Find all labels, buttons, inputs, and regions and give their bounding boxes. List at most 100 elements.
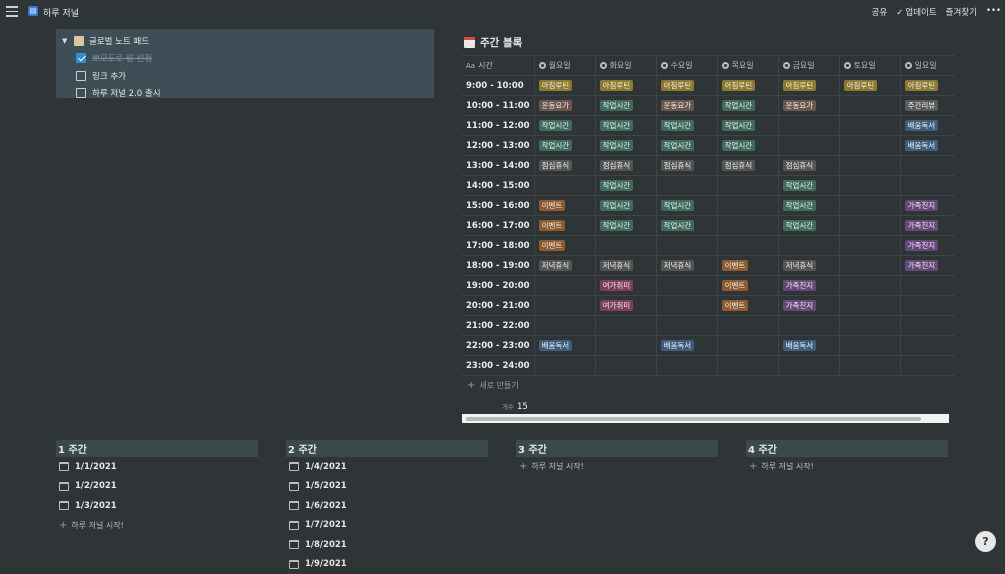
new-journal-button[interactable]: +하루 저널 시작!: [516, 457, 718, 477]
time-cell[interactable]: 19:00 - 20:00: [462, 276, 534, 296]
time-cell[interactable]: 9:00 - 10:00: [462, 76, 534, 96]
day-cell[interactable]: 저녁휴식: [595, 256, 656, 276]
day-cell[interactable]: 점심휴식: [656, 156, 717, 176]
day-cell[interactable]: 아침루틴: [778, 76, 839, 96]
day-cell[interactable]: [839, 256, 900, 276]
day-cell[interactable]: 운동요가: [656, 96, 717, 116]
day-cell[interactable]: [778, 356, 839, 376]
day-cell[interactable]: [778, 316, 839, 336]
day-cell[interactable]: 작업시간: [778, 176, 839, 196]
day-cell[interactable]: 운동요가: [534, 96, 595, 116]
day-cell[interactable]: [778, 116, 839, 136]
time-cell[interactable]: 17:00 - 18:00: [462, 236, 534, 256]
todo-label[interactable]: 뽀모도로 팝 선점: [92, 52, 152, 64]
day-column-header[interactable]: 수요일: [656, 56, 717, 76]
day-cell[interactable]: [717, 216, 778, 236]
day-cell[interactable]: 작업시간: [717, 116, 778, 136]
journal-entry[interactable]: 1/6/2021: [286, 496, 488, 516]
day-cell[interactable]: 점심휴식: [534, 156, 595, 176]
page-title[interactable]: 하루 저널: [43, 6, 79, 19]
day-cell[interactable]: 작업시간: [656, 136, 717, 156]
day-cell[interactable]: [717, 356, 778, 376]
day-cell[interactable]: [900, 156, 955, 176]
new-journal-button[interactable]: +하루 저널 시작!: [56, 516, 258, 536]
day-cell[interactable]: 이벤트: [534, 196, 595, 216]
day-cell[interactable]: [900, 336, 955, 356]
todo-checkbox[interactable]: [76, 88, 86, 98]
time-cell[interactable]: 16:00 - 17:00: [462, 216, 534, 236]
day-cell[interactable]: 작업시간: [656, 196, 717, 216]
day-cell[interactable]: 이벤트: [534, 236, 595, 256]
table-row[interactable]: 22:00 - 23:00배움독서배움독서배움독서: [462, 336, 955, 356]
day-cell[interactable]: 여가취미: [595, 276, 656, 296]
todo-label[interactable]: 링크 추가: [92, 70, 126, 82]
day-cell[interactable]: [534, 316, 595, 336]
day-cell[interactable]: 아침루틴: [534, 76, 595, 96]
day-cell[interactable]: [900, 296, 955, 316]
table-row[interactable]: 16:00 - 17:00이벤트작업시간작업시간작업시간가족친지: [462, 216, 955, 236]
day-cell[interactable]: 가족친지: [900, 236, 955, 256]
time-cell[interactable]: 10:00 - 11:00: [462, 96, 534, 116]
day-cell[interactable]: [839, 336, 900, 356]
journal-entry[interactable]: 1/9/2021: [286, 555, 488, 574]
day-cell[interactable]: [534, 296, 595, 316]
day-cell[interactable]: [900, 316, 955, 336]
time-cell[interactable]: 23:00 - 24:00: [462, 356, 534, 376]
day-cell[interactable]: 아침루틴: [656, 76, 717, 96]
table-row[interactable]: 23:00 - 24:00: [462, 356, 955, 376]
day-cell[interactable]: [839, 136, 900, 156]
day-cell[interactable]: 아침루틴: [717, 76, 778, 96]
day-cell[interactable]: 작업시간: [717, 96, 778, 116]
week-header[interactable]: 2 주간: [286, 440, 488, 457]
week-header[interactable]: 1 주간: [56, 440, 258, 457]
day-cell[interactable]: [839, 156, 900, 176]
day-cell[interactable]: 주간리뷰: [900, 96, 955, 116]
day-cell[interactable]: 작업시간: [595, 136, 656, 156]
todo-label[interactable]: 하루 저널 2.0 출시: [92, 87, 161, 99]
day-cell[interactable]: 저녁휴식: [534, 256, 595, 276]
day-cell[interactable]: 배움독서: [656, 336, 717, 356]
table-row[interactable]: 21:00 - 22:00: [462, 316, 955, 336]
day-cell[interactable]: 배움독서: [900, 116, 955, 136]
horizontal-scrollbar[interactable]: [462, 414, 949, 423]
journal-entry[interactable]: 1/7/2021: [286, 516, 488, 536]
scrollbar-thumb[interactable]: [466, 417, 921, 421]
day-cell[interactable]: 점심휴식: [717, 156, 778, 176]
day-column-header[interactable]: 일요일: [900, 56, 955, 76]
day-cell[interactable]: 아침루틴: [595, 76, 656, 96]
day-cell[interactable]: [900, 176, 955, 196]
day-cell[interactable]: 배움독서: [534, 336, 595, 356]
day-cell[interactable]: [839, 296, 900, 316]
day-column-header[interactable]: 월요일: [534, 56, 595, 76]
time-cell[interactable]: 15:00 - 16:00: [462, 196, 534, 216]
table-row[interactable]: 18:00 - 19:00저녁휴식저녁휴식저녁휴식이벤트저녁휴식가족친지: [462, 256, 955, 276]
table-row[interactable]: 12:00 - 13:00작업시간작업시간작업시간작업시간배움독서: [462, 136, 955, 156]
day-cell[interactable]: [839, 276, 900, 296]
time-cell[interactable]: 11:00 - 12:00: [462, 116, 534, 136]
share-button[interactable]: 공유: [872, 6, 888, 18]
day-cell[interactable]: 작업시간: [595, 216, 656, 236]
day-cell[interactable]: [717, 316, 778, 336]
day-cell[interactable]: 작업시간: [534, 116, 595, 136]
day-cell[interactable]: [900, 356, 955, 376]
day-cell[interactable]: 이벤트: [717, 276, 778, 296]
day-cell[interactable]: [595, 356, 656, 376]
day-cell[interactable]: [839, 236, 900, 256]
time-cell[interactable]: 12:00 - 13:00: [462, 136, 534, 156]
day-cell[interactable]: 작업시간: [595, 96, 656, 116]
day-cell[interactable]: 점심휴식: [778, 156, 839, 176]
day-cell[interactable]: [656, 176, 717, 196]
day-cell[interactable]: [839, 96, 900, 116]
time-column-header[interactable]: Aa시간: [462, 56, 534, 76]
day-cell[interactable]: 배움독서: [778, 336, 839, 356]
journal-entry[interactable]: 1/8/2021: [286, 535, 488, 555]
day-cell[interactable]: [656, 296, 717, 316]
more-icon[interactable]: •••: [986, 6, 1001, 18]
journal-entry[interactable]: 1/3/2021: [56, 496, 258, 516]
day-cell[interactable]: [717, 236, 778, 256]
day-cell[interactable]: [839, 196, 900, 216]
table-row[interactable]: 10:00 - 11:00운동요가작업시간운동요가작업시간운동요가주간리뷰: [462, 96, 955, 116]
day-cell[interactable]: 가족친지: [900, 196, 955, 216]
day-cell[interactable]: 가족친지: [778, 276, 839, 296]
journal-entry[interactable]: 1/5/2021: [286, 477, 488, 497]
